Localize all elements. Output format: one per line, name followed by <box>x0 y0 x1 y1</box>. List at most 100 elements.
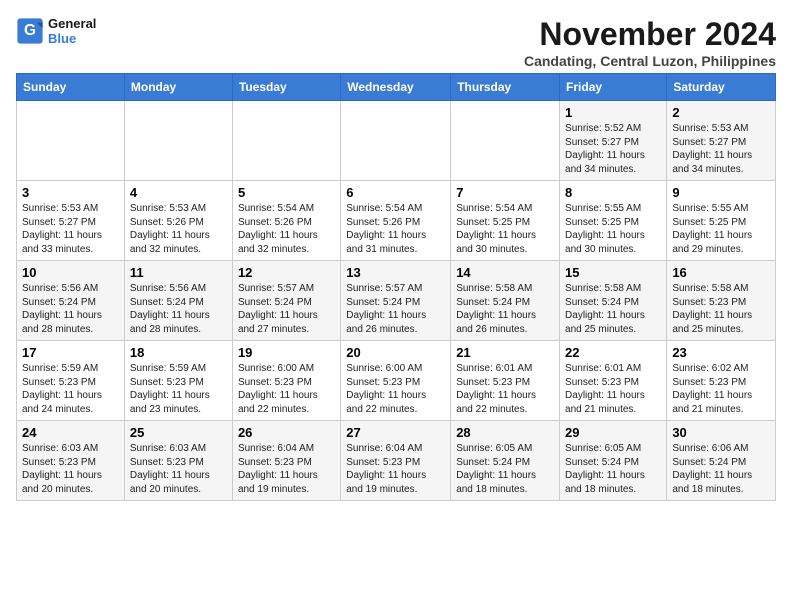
day-detail: Sunrise: 5:54 AM Sunset: 5:25 PM Dayligh… <box>456 202 554 256</box>
day-number: 23 <box>672 345 770 360</box>
calendar-cell: 1 Sunrise: 5:52 AM Sunset: 5:27 PM Daylig… <box>560 101 667 181</box>
calendar-table: SundayMondayTuesdayWednesdayThursdayFrid… <box>16 73 776 501</box>
day-detail: Sunrise: 5:54 AM Sunset: 5:26 PM Dayligh… <box>346 202 445 256</box>
week-row-2: 3Sunrise: 5:53 AM Sunset: 5:27 PM Daylig… <box>17 181 776 261</box>
day-number: 24 <box>22 425 119 440</box>
day-number: 22 <box>565 345 661 360</box>
day-number: 16 <box>672 265 770 280</box>
week-row-3: 10Sunrise: 5:56 AM Sunset: 5:24 PM Dayli… <box>17 261 776 341</box>
column-header-friday: Friday <box>560 74 667 101</box>
day-detail: Sunrise: 5:53 AM Sunset: 5:26 PM Dayligh… <box>130 202 227 256</box>
day-detail: Sunrise: 5:57 AM Sunset: 5:24 PM Dayligh… <box>346 282 445 336</box>
calendar-cell: 19 Sunrise: 6:00 AM Sunset: 5:23 PM Dayli… <box>232 341 340 421</box>
logo-icon: G <box>16 17 44 45</box>
calendar-cell: 26 Sunrise: 6:04 AM Sunset: 5:23 PM Dayli… <box>232 421 340 501</box>
day-detail: Sunrise: 5:56 AM Sunset: 5:24 PM Dayligh… <box>130 282 227 336</box>
day-number: 2 <box>672 105 770 120</box>
day-number: 11 <box>130 265 227 280</box>
day-number: 29 <box>565 425 661 440</box>
day-number: 28 <box>456 425 554 440</box>
calendar-cell: 21 Sunrise: 6:01 AM Sunset: 5:23 PM Dayli… <box>451 341 560 421</box>
day-detail: Sunrise: 6:03 AM Sunset: 5:23 PM Dayligh… <box>22 442 119 496</box>
day-number: 30 <box>672 425 770 440</box>
day-detail: Sunrise: 6:04 AM Sunset: 5:23 PM Dayligh… <box>238 442 335 496</box>
calendar-header-row: SundayMondayTuesdayWednesdayThursdayFrid… <box>17 74 776 101</box>
day-detail: Sunrise: 6:02 AM Sunset: 5:23 PM Dayligh… <box>672 362 770 416</box>
day-number: 21 <box>456 345 554 360</box>
day-number: 26 <box>238 425 335 440</box>
day-number: 9 <box>672 185 770 200</box>
calendar-cell: 7 Sunrise: 5:54 AM Sunset: 5:25 PM Daylig… <box>451 181 560 261</box>
day-detail: Sunrise: 5:59 AM Sunset: 5:23 PM Dayligh… <box>22 362 119 416</box>
day-detail: Sunrise: 6:06 AM Sunset: 5:24 PM Dayligh… <box>672 442 770 496</box>
calendar-cell: 9 Sunrise: 5:55 AM Sunset: 5:25 PM Daylig… <box>667 181 776 261</box>
calendar-body: 1 Sunrise: 5:52 AM Sunset: 5:27 PM Daylig… <box>17 101 776 501</box>
day-detail: Sunrise: 6:01 AM Sunset: 5:23 PM Dayligh… <box>456 362 554 416</box>
day-detail: Sunrise: 5:57 AM Sunset: 5:24 PM Dayligh… <box>238 282 335 336</box>
day-number: 7 <box>456 185 554 200</box>
calendar-cell <box>124 101 232 181</box>
column-header-tuesday: Tuesday <box>232 74 340 101</box>
day-number: 17 <box>22 345 119 360</box>
column-header-monday: Monday <box>124 74 232 101</box>
day-number: 1 <box>565 105 661 120</box>
week-row-1: 1 Sunrise: 5:52 AM Sunset: 5:27 PM Daylig… <box>17 101 776 181</box>
calendar-cell: 8 Sunrise: 5:55 AM Sunset: 5:25 PM Daylig… <box>560 181 667 261</box>
calendar-cell <box>451 101 560 181</box>
day-number: 27 <box>346 425 445 440</box>
day-number: 8 <box>565 185 661 200</box>
day-number: 12 <box>238 265 335 280</box>
calendar-cell: 28Sunrise: 6:05 AM Sunset: 5:24 PM Dayli… <box>451 421 560 501</box>
calendar-cell: 18Sunrise: 5:59 AM Sunset: 5:23 PM Dayli… <box>124 341 232 421</box>
day-detail: Sunrise: 5:52 AM Sunset: 5:27 PM Dayligh… <box>565 122 661 176</box>
calendar-cell: 14 Sunrise: 5:58 AM Sunset: 5:24 PM Dayli… <box>451 261 560 341</box>
column-header-wednesday: Wednesday <box>341 74 451 101</box>
day-number: 14 <box>456 265 554 280</box>
calendar-cell: 22 Sunrise: 6:01 AM Sunset: 5:23 PM Dayli… <box>560 341 667 421</box>
week-row-4: 17 Sunrise: 5:59 AM Sunset: 5:23 PM Dayli… <box>17 341 776 421</box>
day-number: 15 <box>565 265 661 280</box>
calendar-cell: 4Sunrise: 5:53 AM Sunset: 5:26 PM Daylig… <box>124 181 232 261</box>
calendar-cell: 3Sunrise: 5:53 AM Sunset: 5:27 PM Daylig… <box>17 181 125 261</box>
day-detail: Sunrise: 6:01 AM Sunset: 5:23 PM Dayligh… <box>565 362 661 416</box>
calendar-cell: 16 Sunrise: 5:58 AM Sunset: 5:23 PM Dayli… <box>667 261 776 341</box>
calendar-cell: 24 Sunrise: 6:03 AM Sunset: 5:23 PM Dayli… <box>17 421 125 501</box>
title-block: November 2024 Candating, Central Luzon, … <box>524 16 776 69</box>
calendar-cell <box>17 101 125 181</box>
calendar-cell: 29 Sunrise: 6:05 AM Sunset: 5:24 PM Dayli… <box>560 421 667 501</box>
day-detail: Sunrise: 5:58 AM Sunset: 5:24 PM Dayligh… <box>456 282 554 336</box>
calendar-cell: 20 Sunrise: 6:00 AM Sunset: 5:23 PM Dayli… <box>341 341 451 421</box>
day-detail: Sunrise: 5:53 AM Sunset: 5:27 PM Dayligh… <box>672 122 770 176</box>
logo-text: GeneralBlue <box>48 16 96 46</box>
month-year: November 2024 <box>524 16 776 53</box>
calendar-cell: 30 Sunrise: 6:06 AM Sunset: 5:24 PM Dayli… <box>667 421 776 501</box>
column-header-saturday: Saturday <box>667 74 776 101</box>
day-detail: Sunrise: 5:55 AM Sunset: 5:25 PM Dayligh… <box>672 202 770 256</box>
day-detail: Sunrise: 5:56 AM Sunset: 5:24 PM Dayligh… <box>22 282 119 336</box>
day-detail: Sunrise: 6:04 AM Sunset: 5:23 PM Dayligh… <box>346 442 445 496</box>
day-detail: Sunrise: 6:00 AM Sunset: 5:23 PM Dayligh… <box>346 362 445 416</box>
calendar-cell: 23 Sunrise: 6:02 AM Sunset: 5:23 PM Dayli… <box>667 341 776 421</box>
calendar-cell: 11 Sunrise: 5:56 AM Sunset: 5:24 PM Dayli… <box>124 261 232 341</box>
day-number: 13 <box>346 265 445 280</box>
day-number: 5 <box>238 185 335 200</box>
page-header: G GeneralBlue November 2024 Candating, C… <box>16 16 776 69</box>
day-detail: Sunrise: 5:55 AM Sunset: 5:25 PM Dayligh… <box>565 202 661 256</box>
column-header-sunday: Sunday <box>17 74 125 101</box>
day-detail: Sunrise: 6:03 AM Sunset: 5:23 PM Dayligh… <box>130 442 227 496</box>
column-header-thursday: Thursday <box>451 74 560 101</box>
location: Candating, Central Luzon, Philippines <box>524 53 776 69</box>
calendar-cell: 17 Sunrise: 5:59 AM Sunset: 5:23 PM Dayli… <box>17 341 125 421</box>
day-detail: Sunrise: 6:05 AM Sunset: 5:24 PM Dayligh… <box>565 442 661 496</box>
day-number: 18 <box>130 345 227 360</box>
day-detail: Sunrise: 6:00 AM Sunset: 5:23 PM Dayligh… <box>238 362 335 416</box>
day-number: 3 <box>22 185 119 200</box>
calendar-cell: 10Sunrise: 5:56 AM Sunset: 5:24 PM Dayli… <box>17 261 125 341</box>
calendar-cell: 2 Sunrise: 5:53 AM Sunset: 5:27 PM Daylig… <box>667 101 776 181</box>
day-number: 20 <box>346 345 445 360</box>
day-detail: Sunrise: 5:58 AM Sunset: 5:23 PM Dayligh… <box>672 282 770 336</box>
calendar-cell: 25Sunrise: 6:03 AM Sunset: 5:23 PM Dayli… <box>124 421 232 501</box>
week-row-5: 24 Sunrise: 6:03 AM Sunset: 5:23 PM Dayli… <box>17 421 776 501</box>
day-number: 19 <box>238 345 335 360</box>
calendar-cell <box>341 101 451 181</box>
